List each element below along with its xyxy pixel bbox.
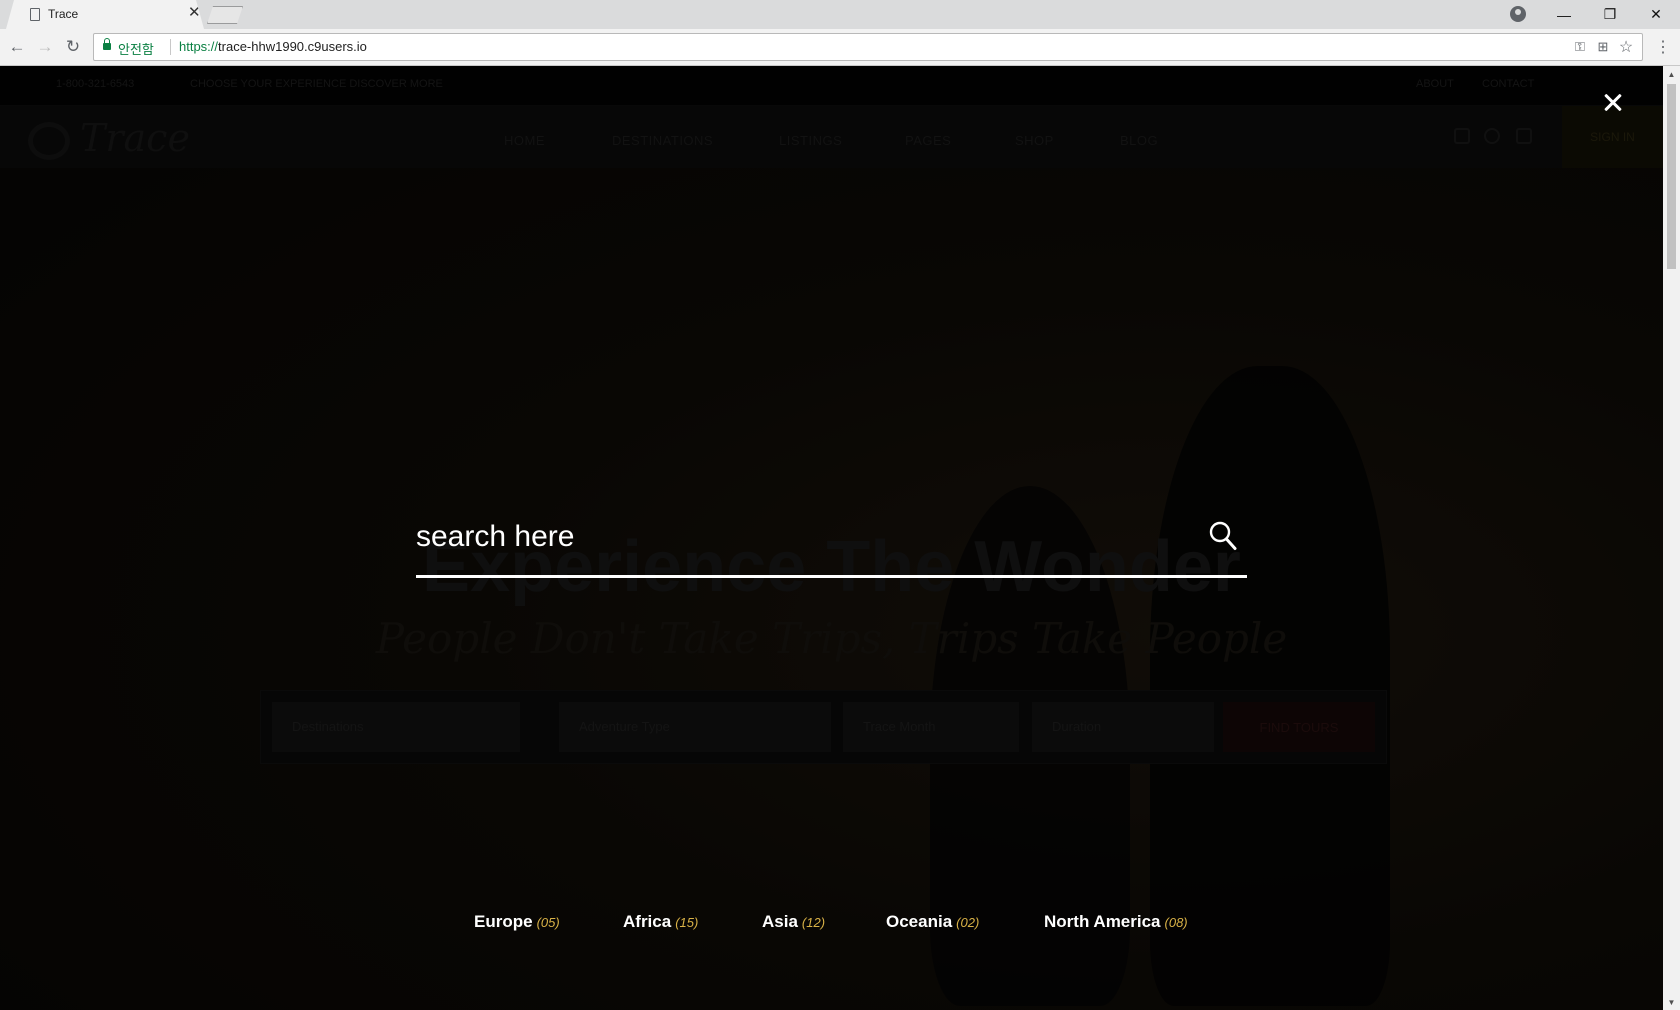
continent-count: (05) <box>536 915 560 930</box>
tab-close-icon[interactable]: ✕ <box>188 5 201 20</box>
secure-label: 안전함 <box>118 42 154 57</box>
continent-north-america[interactable]: North America (08) <box>1044 912 1188 932</box>
page-viewport: 1-800-321-6543 CHOOSE YOUR EXPERIENCE DI… <box>0 66 1663 1010</box>
overlay-search-input[interactable] <box>416 498 1196 576</box>
reload-button[interactable]: ↻ <box>61 35 85 59</box>
browser-menu-icon[interactable]: ⋮ <box>1652 35 1674 59</box>
tab-title: Trace <box>48 7 79 21</box>
key-icon[interactable]: ⚿ <box>1570 37 1590 57</box>
browser-toolbar: ← → ↻ 안전함 https://trace-hhw1990.c9users.… <box>0 29 1680 66</box>
close-window-button[interactable]: ✕ <box>1633 0 1679 29</box>
continent-name: Europe <box>474 912 533 931</box>
continent-count: (02) <box>956 915 980 930</box>
browser-tabstrip: Trace ✕ — ❐ ✕ <box>0 0 1680 29</box>
continent-count: (15) <box>675 915 699 930</box>
continent-oceania[interactable]: Oceania (02) <box>886 912 979 932</box>
continent-name: Oceania <box>886 912 953 931</box>
new-tab-button[interactable] <box>207 6 243 24</box>
continent-africa[interactable]: Africa (15) <box>623 912 698 932</box>
search-icon[interactable] <box>1208 520 1238 552</box>
bookmark-star-icon[interactable]: ☆ <box>1616 37 1636 57</box>
close-overlay-icon[interactable] <box>1598 88 1628 118</box>
overlay-search-bar <box>416 498 1247 578</box>
continent-name: Asia <box>762 912 798 931</box>
page-scrollbar[interactable]: ▲ ▼ <box>1663 66 1680 1010</box>
back-button[interactable]: ← <box>5 35 29 59</box>
scroll-up-arrow-icon[interactable]: ▲ <box>1663 66 1680 82</box>
address-bar[interactable]: 안전함 https://trace-hhw1990.c9users.io ⚿ ⊞… <box>93 33 1643 61</box>
document-icon <box>30 8 40 21</box>
scroll-thumb[interactable] <box>1667 84 1676 269</box>
url-host: trace-hhw1990.c9users.io <box>218 39 367 54</box>
scroll-down-arrow-icon[interactable]: ▼ <box>1663 994 1680 1010</box>
browser-tab[interactable]: Trace ✕ <box>6 0 204 29</box>
search-overlay: Europe(05) Africa(15) Asia(12) Oceania(0… <box>0 66 1663 1010</box>
continent-name: Africa <box>623 912 672 931</box>
continent-links: Europe (05) Africa (15) Asia (12) Oceania (0… <box>0 912 1663 942</box>
continent-count: (12) <box>801 915 826 930</box>
url-text[interactable]: https://trace-hhw1990.c9users.io <box>179 39 367 54</box>
minimize-button[interactable]: — <box>1541 0 1587 29</box>
continent-count: (08) <box>1164 915 1188 930</box>
continent-europe[interactable]: Europe (05) <box>474 912 560 932</box>
continent-asia[interactable]: Asia (12) <box>762 912 825 932</box>
lock-icon <box>103 38 111 50</box>
forward-button[interactable]: → <box>33 35 57 59</box>
translate-icon[interactable]: ⊞ <box>1593 37 1613 57</box>
url-scheme: https:// <box>179 39 219 54</box>
profile-icon[interactable] <box>1510 6 1526 22</box>
url-separator <box>170 39 171 55</box>
continent-name: North America <box>1044 912 1161 931</box>
restore-button[interactable]: ❐ <box>1587 0 1633 29</box>
